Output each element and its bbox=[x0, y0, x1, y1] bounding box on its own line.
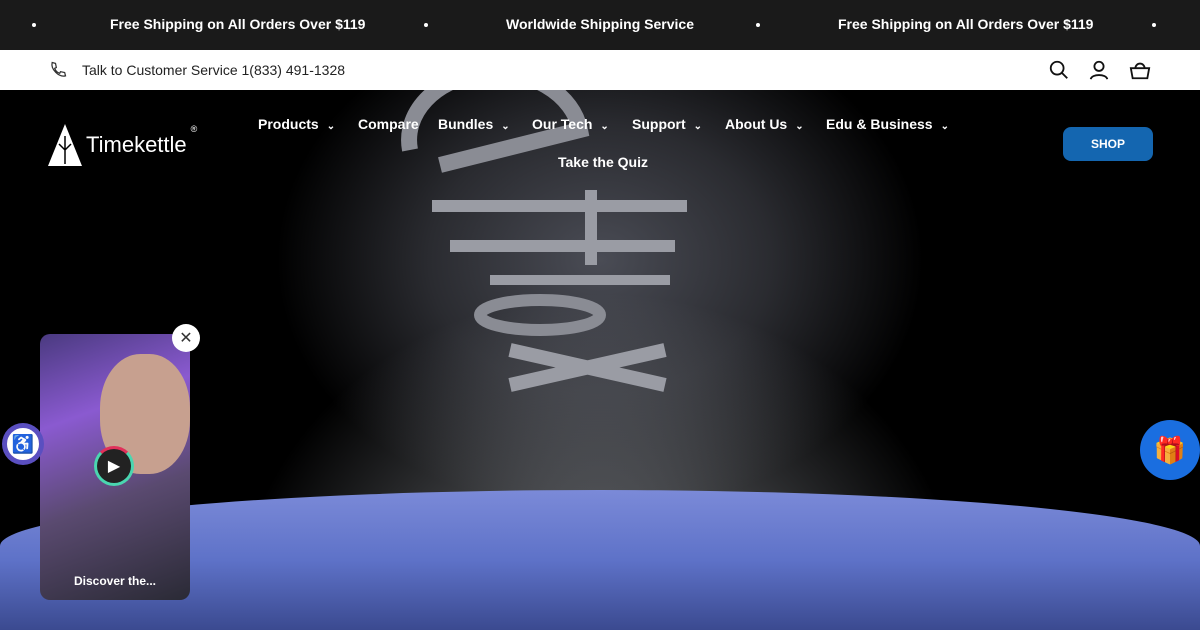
chevron-down-icon: ⌄ bbox=[501, 121, 510, 132]
customer-service-phone[interactable]: Talk to Customer Service 1(833) 491-1328 bbox=[82, 62, 345, 78]
close-icon[interactable]: ✕ bbox=[172, 324, 200, 352]
video-widget[interactable]: ▶ Discover the... bbox=[40, 334, 190, 600]
accessibility-button[interactable]: ♿ bbox=[2, 423, 44, 465]
nav-our-tech[interactable]: Our Tech ⌄ bbox=[532, 116, 609, 132]
nav-edu-business[interactable]: Edu & Business ⌄ bbox=[826, 116, 949, 132]
gift-button[interactable]: 🎁 bbox=[1140, 420, 1200, 480]
chevron-down-icon: ⌄ bbox=[940, 121, 949, 132]
registered-mark: ® bbox=[190, 124, 198, 134]
chevron-down-icon: ⌄ bbox=[326, 121, 336, 132]
nav-bundles[interactable]: Bundles ⌄ bbox=[438, 116, 510, 132]
announcement-item: Free Shipping on All Orders Over $119 bbox=[838, 16, 1094, 32]
search-icon[interactable] bbox=[1048, 59, 1070, 81]
video-caption: Discover the... bbox=[73, 574, 157, 588]
shop-button[interactable]: SHOP bbox=[1063, 127, 1153, 161]
utility-bar: Talk to Customer Service 1(833) 491-1328 bbox=[0, 50, 1200, 90]
nav-about-us[interactable]: About Us ⌄ bbox=[725, 116, 804, 132]
nav-take-the-quiz[interactable]: Take the Quiz bbox=[558, 154, 648, 170]
accessibility-icon: ♿ bbox=[7, 428, 39, 460]
account-icon[interactable] bbox=[1088, 59, 1110, 81]
nav-compare[interactable]: Compare bbox=[358, 116, 419, 132]
separator-dot bbox=[32, 23, 36, 27]
chevron-down-icon: ⌄ bbox=[795, 121, 804, 132]
main-nav: Products ⌄ Compare Bundles ⌄ Our Tech ⌄ Sup… bbox=[258, 116, 958, 176]
gift-icon: 🎁 bbox=[1153, 434, 1187, 465]
separator-dot bbox=[1152, 23, 1156, 27]
announcement-item: Worldwide Shipping Service bbox=[506, 16, 694, 32]
separator-dot bbox=[756, 23, 760, 27]
announcement-bar: Free Shipping on All Orders Over $119 Wo… bbox=[0, 0, 1200, 50]
logo-mark-icon bbox=[48, 124, 82, 166]
separator-dot bbox=[424, 23, 428, 27]
play-icon[interactable]: ▶ bbox=[94, 446, 134, 486]
chevron-down-icon: ⌄ bbox=[693, 121, 703, 132]
announcement-item: Free Shipping on All Orders Over $119 bbox=[110, 16, 366, 32]
timekettle-logo[interactable]: Timekettle ® bbox=[48, 124, 197, 166]
nav-products[interactable]: Products ⌄ bbox=[258, 116, 335, 132]
logo-text: Timekettle bbox=[86, 132, 187, 157]
chevron-down-icon: ⌄ bbox=[600, 121, 609, 132]
cart-icon[interactable] bbox=[1128, 59, 1152, 81]
phone-icon[interactable] bbox=[48, 59, 68, 81]
nav-support[interactable]: Support ⌄ bbox=[632, 116, 702, 132]
